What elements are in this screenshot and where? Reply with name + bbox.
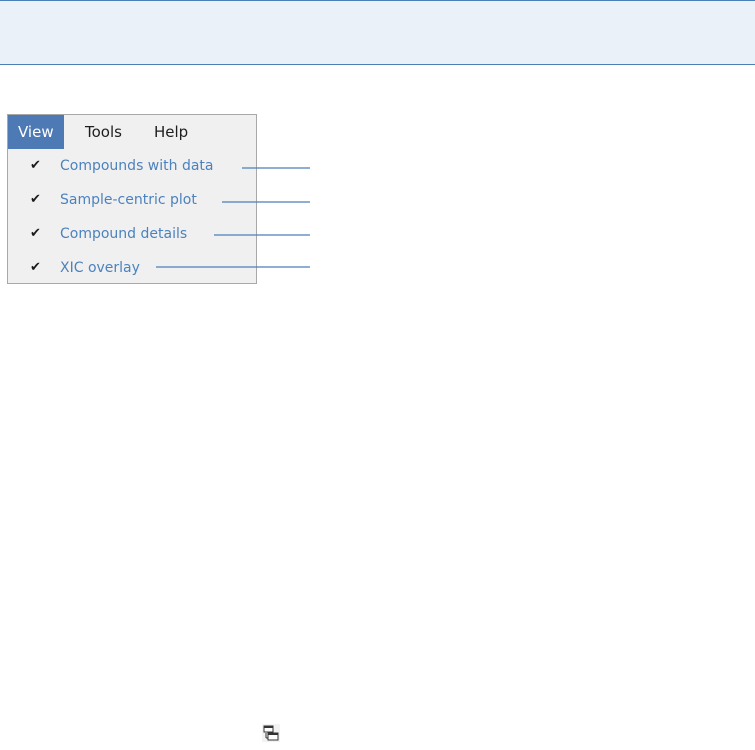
window-arrange-icon[interactable]: [262, 724, 280, 742]
callout-lines: [156, 167, 310, 268]
